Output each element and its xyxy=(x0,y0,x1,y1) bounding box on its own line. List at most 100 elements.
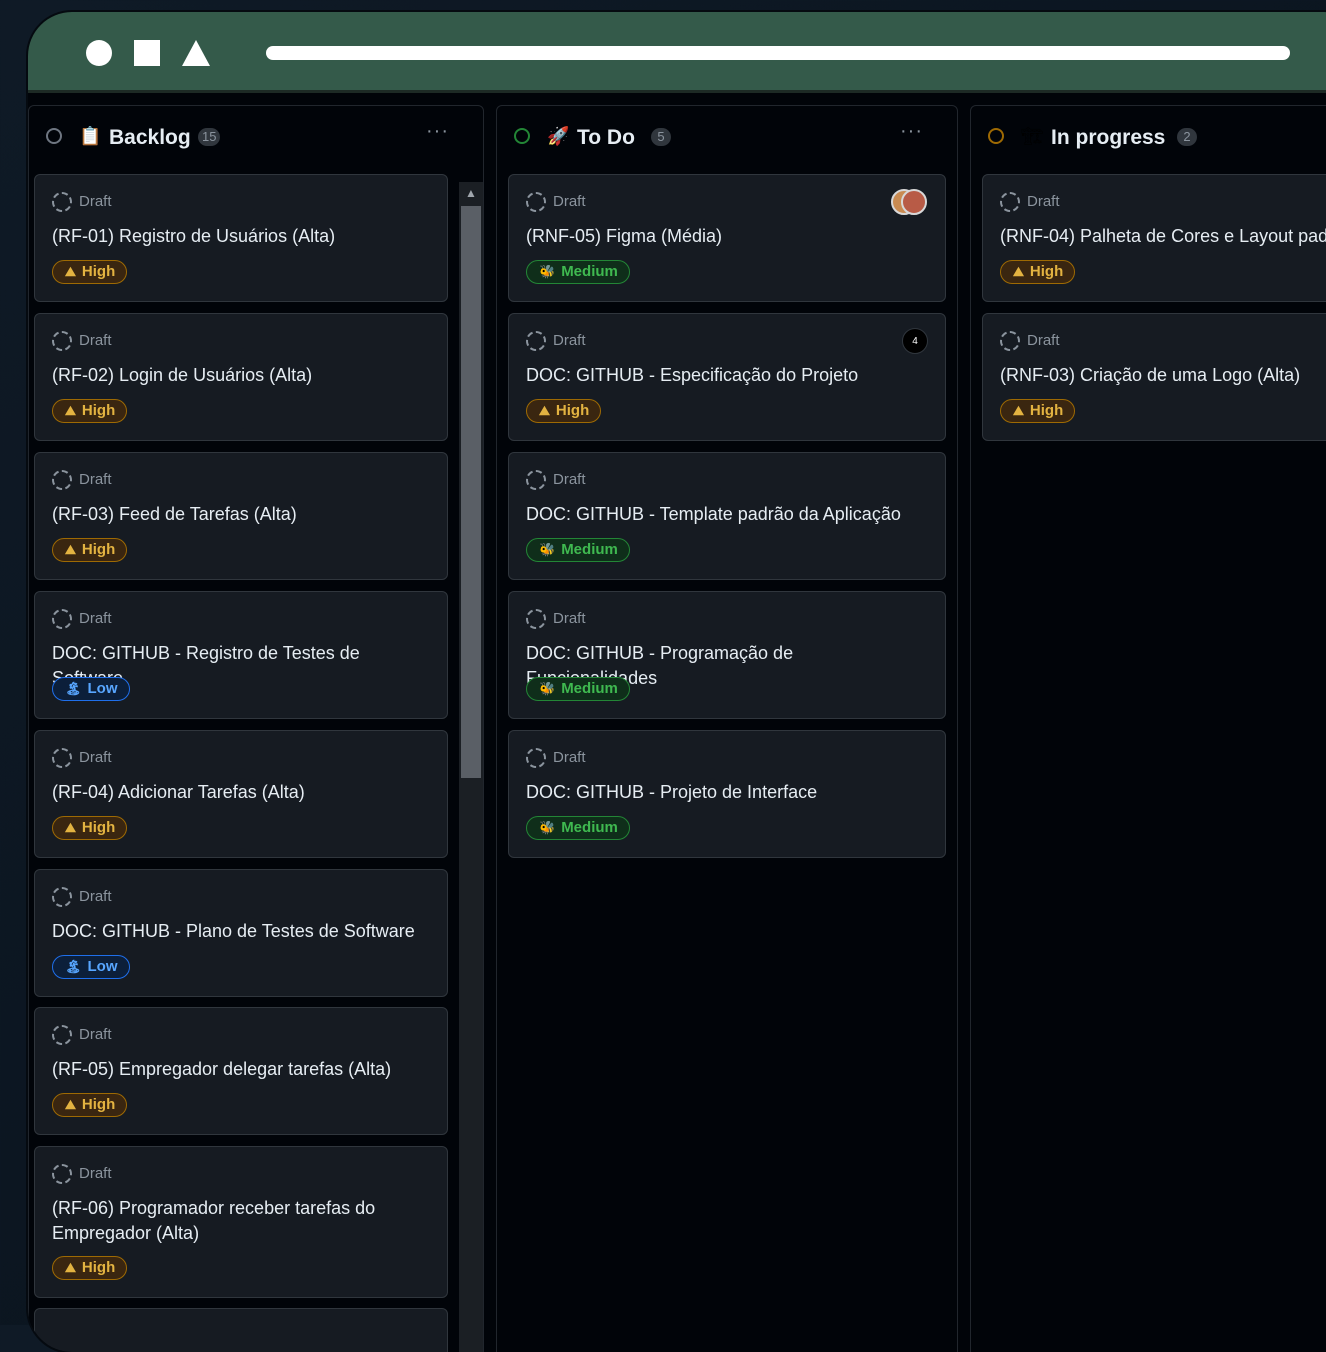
card-title[interactable]: (RNF-03) Criação de uma Logo (Alta) xyxy=(1000,363,1326,388)
priority-label: High xyxy=(81,402,116,419)
card-title[interactable]: (RNF-04) Palheta de Cores e Layout padr xyxy=(1000,224,1326,249)
issue-card[interactable]: Draft (RNF-04) Palheta de Cores e Layout… xyxy=(982,174,1326,302)
card-status: Draft xyxy=(79,1026,112,1043)
construction-icon: 🏗 xyxy=(1021,126,1044,146)
issue-card[interactable]: Draft (RNF-03) Criação de uma Logo (Alta… xyxy=(982,313,1326,441)
card-status: Draft xyxy=(79,193,112,210)
card-title[interactable]: DOC: GITHUB - Especificação do Projeto xyxy=(526,363,929,388)
card-title[interactable]: (RF-04) Adicionar Tarefas (Alta) xyxy=(52,780,431,805)
priority-badge[interactable]: ⛰ High xyxy=(52,260,128,284)
card-status: Draft xyxy=(79,888,112,905)
column-scrollbar[interactable]: ▲ xyxy=(459,182,483,1352)
priority-badge[interactable]: 🐝 Medium xyxy=(526,816,630,840)
item-count-badge: 5 xyxy=(651,128,671,146)
island-icon: 🏝 xyxy=(65,959,82,974)
priority-badge[interactable]: ⛰ High xyxy=(52,399,128,423)
priority-label: High xyxy=(81,1096,116,1113)
issue-card[interactable]: Draft (RF-06) Programador receber tarefa… xyxy=(34,1146,448,1298)
priority-badge[interactable]: 🐝 Medium xyxy=(526,677,630,701)
card-status: Draft xyxy=(1027,193,1060,210)
issue-card[interactable]: Draft DOC: GITHUB - Programação de Funci… xyxy=(508,591,946,719)
priority-label: High xyxy=(1029,263,1064,280)
issue-card[interactable]: Draft (RF-04) Adicionar Tarefas (Alta) ⛰… xyxy=(34,730,448,858)
priority-badge[interactable]: ⛰ High xyxy=(52,1093,128,1117)
card-title[interactable]: (RF-06) Programador receber tarefas do E… xyxy=(52,1196,431,1246)
priority-badge[interactable]: ⛰ High xyxy=(52,538,128,562)
card-status: Draft xyxy=(79,471,112,488)
card-title[interactable]: (RF-01) Registro de Usuários (Alta) xyxy=(52,224,431,249)
column-title: In progress xyxy=(1051,126,1166,149)
mountain-icon: ⛰ xyxy=(1013,403,1024,418)
priority-badge[interactable]: 🐝 Medium xyxy=(526,260,630,284)
issue-card[interactable]: Draft (RF-02) Login de Usuários (Alta) ⛰… xyxy=(34,313,448,441)
issue-card[interactable]: Draft (RF-01) Registro de Usuários (Alta… xyxy=(34,174,448,302)
issue-card[interactable]: Draft DOC: GITHUB - Template padrão da A… xyxy=(508,452,946,580)
priority-label: Medium xyxy=(561,263,618,280)
priority-badge[interactable]: ⛰ High xyxy=(1000,399,1076,423)
mountain-icon: ⛰ xyxy=(1013,264,1024,279)
priority-label: High xyxy=(555,402,590,419)
status-circle-icon xyxy=(514,128,530,144)
priority-badge[interactable]: ⛰ High xyxy=(52,1256,128,1280)
priority-badge[interactable]: 🐝 Medium xyxy=(526,538,630,562)
priority-badge[interactable]: ⛰ High xyxy=(526,399,602,423)
draft-icon xyxy=(526,609,546,629)
column-todo: 🚀 To Do 5 ··· Draft (RNF-05) Figma (Médi… xyxy=(496,105,958,1352)
card-status: Draft xyxy=(79,610,112,627)
avatar[interactable]: 4 xyxy=(902,328,928,354)
issue-card[interactable]: Draft DOC: GITHUB - Projeto de Interface… xyxy=(508,730,946,858)
draft-icon xyxy=(52,887,72,907)
card-title[interactable]: (RF-02) Login de Usuários (Alta) xyxy=(52,363,431,388)
more-options-icon[interactable]: ··· xyxy=(900,120,923,143)
priority-label: High xyxy=(1029,402,1064,419)
mountain-icon: ⛰ xyxy=(65,1260,76,1275)
column-title: Backlog xyxy=(109,126,191,149)
bee-icon: 🐝 xyxy=(539,820,556,835)
card-title[interactable]: (RNF-05) Figma (Média) xyxy=(526,224,929,249)
priority-badge[interactable]: ⛰ High xyxy=(1000,260,1076,284)
column-header: 📋 Backlog 15 ··· xyxy=(29,106,483,172)
card-title[interactable]: (RF-05) Empregador delegar tarefas (Alta… xyxy=(52,1057,431,1082)
priority-label: Medium xyxy=(561,541,618,558)
mountain-icon: ⛰ xyxy=(65,820,76,835)
card-title[interactable]: DOC: GITHUB - Plano de Testes de Softwar… xyxy=(52,919,431,944)
card-status: Draft xyxy=(1027,332,1060,349)
status-circle-icon xyxy=(46,128,62,144)
card-status: Draft xyxy=(553,193,586,210)
draft-icon xyxy=(52,1164,72,1184)
scroll-thumb[interactable] xyxy=(461,206,481,778)
priority-badge[interactable]: ⛰ High xyxy=(52,816,128,840)
issue-card[interactable]: Draft (RNF-05) Figma (Média) 🐝 Medium xyxy=(508,174,946,302)
issue-card[interactable] xyxy=(34,1308,448,1352)
priority-label: High xyxy=(81,541,116,558)
clipboard-icon: 📋 xyxy=(79,126,102,146)
address-bar[interactable] xyxy=(266,46,1290,60)
draft-icon xyxy=(526,331,546,351)
column-backlog: 📋 Backlog 15 ··· Draft (RF-01) Registro … xyxy=(28,105,484,1352)
assignee-avatars[interactable] xyxy=(891,189,927,217)
column-header: 🚀 To Do 5 ··· xyxy=(497,106,957,172)
card-title[interactable]: DOC: GITHUB - Projeto de Interface xyxy=(526,780,929,805)
card-title[interactable]: DOC: GITHUB - Template padrão da Aplicaç… xyxy=(526,502,929,527)
issue-card[interactable]: Draft 4 DOC: GITHUB - Especificação do P… xyxy=(508,313,946,441)
device-frame: 📋 Backlog 15 ··· Draft (RF-01) Registro … xyxy=(28,12,1326,1352)
issue-card[interactable]: Draft DOC: GITHUB - Plano de Testes de S… xyxy=(34,869,448,997)
square-icon xyxy=(134,40,160,66)
priority-label: Low xyxy=(87,680,118,697)
more-options-icon[interactable]: ··· xyxy=(426,120,449,143)
draft-icon xyxy=(52,748,72,768)
card-status: Draft xyxy=(553,471,586,488)
issue-card[interactable]: Draft DOC: GITHUB - Registro de Testes d… xyxy=(34,591,448,719)
card-title[interactable]: (RF-03) Feed de Tarefas (Alta) xyxy=(52,502,431,527)
issue-card[interactable]: Draft (RF-03) Feed de Tarefas (Alta) ⛰ Hi… xyxy=(34,452,448,580)
priority-badge[interactable]: 🏝 Low xyxy=(52,955,130,979)
issue-card[interactable]: Draft (RF-05) Empregador delegar tarefas… xyxy=(34,1007,448,1135)
draft-icon xyxy=(52,1025,72,1045)
mountain-icon: ⛰ xyxy=(65,264,76,279)
priority-label: High xyxy=(81,1259,116,1276)
mountain-icon: ⛰ xyxy=(65,542,76,557)
scroll-up-icon[interactable]: ▲ xyxy=(459,182,483,204)
priority-badge[interactable]: 🏝 Low xyxy=(52,677,130,701)
column-header: 🏗 In progress 2 xyxy=(971,106,1326,172)
bee-icon: 🐝 xyxy=(539,681,556,696)
